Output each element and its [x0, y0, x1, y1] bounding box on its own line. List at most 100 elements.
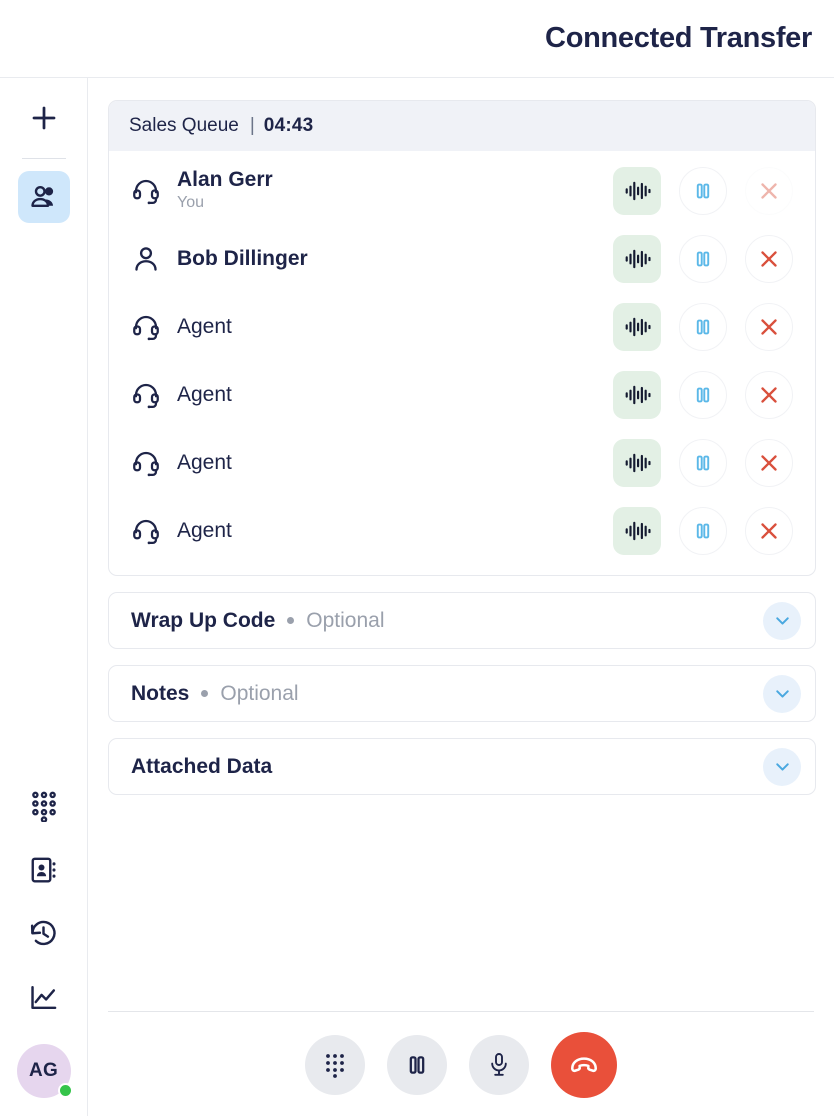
plus-icon	[32, 106, 55, 130]
participant-names: Agent	[169, 383, 613, 407]
add-button[interactable]	[18, 92, 70, 144]
user-avatar-wrap[interactable]: AG	[16, 1044, 73, 1098]
participant-avatar-icon	[131, 244, 169, 274]
participant-avatar-icon	[131, 448, 169, 478]
participant-list: Alan Gerr You Bob Dillinger Agent Agent …	[109, 151, 815, 575]
section-attached-data[interactable]: Attached Data	[108, 738, 816, 795]
sidebar-item-dialpad[interactable]	[29, 790, 59, 827]
section-expand-button[interactable]	[763, 674, 801, 713]
remove-participant-button[interactable]	[745, 235, 793, 283]
listen-waveform-button[interactable]	[613, 303, 661, 351]
waveform-icon	[625, 385, 651, 405]
listen-waveform-button[interactable]	[613, 371, 661, 419]
remove-icon	[761, 455, 777, 471]
connected-transfer-app: Connected Transfer AG Sales Queue | 04:4…	[0, 0, 834, 1116]
remove-icon	[761, 183, 777, 199]
remove-participant-button[interactable]	[745, 167, 793, 215]
section-expand-button[interactable]	[763, 747, 801, 786]
headset-icon	[133, 383, 159, 409]
participant-name: Alan Gerr	[177, 168, 273, 192]
queue-separator: |	[249, 115, 255, 136]
remove-participant-button[interactable]	[745, 439, 793, 487]
end-call-button[interactable]	[551, 1032, 617, 1098]
participant-row: Bob Dillinger	[109, 225, 815, 293]
listen-waveform-button[interactable]	[613, 235, 661, 283]
headset-icon	[133, 519, 159, 545]
dialpad-icon	[31, 791, 56, 823]
hold-participant-button[interactable]	[679, 167, 727, 215]
line-chart-icon	[31, 985, 57, 1010]
participant-avatar-icon	[131, 516, 169, 546]
chevron-down-icon	[775, 617, 789, 625]
participant-names: Alan Gerr You	[169, 168, 613, 214]
participant-row: Agent	[109, 293, 815, 361]
headset-icon	[133, 179, 159, 205]
remove-icon	[761, 387, 777, 403]
headset-icon	[133, 315, 159, 341]
app-header: Connected Transfer	[0, 0, 834, 78]
collapsible-sections: Wrap Up Code Optional Notes Optional Att…	[108, 592, 816, 795]
participant-subtitle: You	[177, 194, 204, 212]
waveform-icon	[625, 453, 651, 473]
sidebar-item-history[interactable]	[28, 918, 59, 954]
hold-button[interactable]	[387, 1035, 447, 1095]
section-optional-hint: Optional	[220, 681, 299, 705]
section-expand-button[interactable]	[763, 601, 801, 640]
participant-actions	[613, 167, 793, 215]
participant-name: Agent	[177, 518, 232, 542]
sidebar-item-contacts[interactable]	[17, 171, 70, 223]
pause-icon	[696, 251, 710, 267]
listen-waveform-button[interactable]	[613, 507, 661, 555]
waveform-icon	[625, 181, 651, 201]
participant-names: Agent	[169, 519, 613, 543]
call-timer: 04:43	[263, 115, 314, 136]
participant-actions	[613, 303, 793, 351]
sidebar-item-analytics[interactable]	[28, 982, 59, 1018]
main-panel: Sales Queue | 04:43 Alan Gerr You Bob Di…	[88, 78, 834, 1116]
chevron-down-icon	[775, 690, 789, 698]
participant-avatar-icon	[131, 312, 169, 342]
section-label: Notes	[131, 681, 190, 705]
call-control-bar	[88, 1011, 834, 1116]
hold-participant-button[interactable]	[679, 507, 727, 555]
participant-actions	[613, 439, 793, 487]
pause-icon	[696, 523, 710, 539]
sidebar-lower-nav	[0, 790, 87, 1018]
hold-participant-button[interactable]	[679, 235, 727, 283]
participant-row: Alan Gerr You	[109, 157, 815, 225]
listen-waveform-button[interactable]	[613, 167, 661, 215]
microphone-icon	[491, 1053, 507, 1076]
dialpad-button[interactable]	[305, 1035, 365, 1095]
hold-participant-button[interactable]	[679, 439, 727, 487]
remove-participant-button[interactable]	[745, 507, 793, 555]
remove-participant-button[interactable]	[745, 303, 793, 351]
person-icon	[135, 247, 157, 271]
headset-icon	[133, 451, 159, 477]
pause-icon	[696, 455, 710, 471]
pause-icon	[696, 183, 710, 199]
pause-icon	[696, 387, 710, 403]
sidebar-item-address-book[interactable]	[29, 855, 59, 890]
hold-participant-button[interactable]	[679, 371, 727, 419]
section-notes[interactable]: Notes Optional	[108, 665, 816, 722]
participant-names: Agent	[169, 315, 613, 339]
section-wrap-up-code[interactable]: Wrap Up Code Optional	[108, 592, 816, 649]
participant-name: Agent	[177, 450, 232, 474]
hold-participant-button[interactable]	[679, 303, 727, 351]
control-bar-divider	[108, 1011, 814, 1012]
remove-participant-button[interactable]	[745, 371, 793, 419]
queue-header: Sales Queue | 04:43	[109, 101, 815, 151]
participant-row: Agent	[109, 361, 815, 429]
participant-actions	[613, 371, 793, 419]
pause-icon	[409, 1056, 425, 1074]
participant-name: Bob Dillinger	[177, 246, 308, 270]
mute-button[interactable]	[469, 1035, 529, 1095]
status-indicator-online	[57, 1083, 73, 1098]
history-icon	[30, 920, 56, 946]
listen-waveform-button[interactable]	[613, 439, 661, 487]
page-title: Connected Transfer	[545, 22, 812, 54]
participant-avatar-icon	[131, 176, 169, 206]
participant-names: Agent	[169, 451, 613, 475]
waveform-icon	[625, 317, 651, 337]
people-icon	[30, 185, 53, 207]
